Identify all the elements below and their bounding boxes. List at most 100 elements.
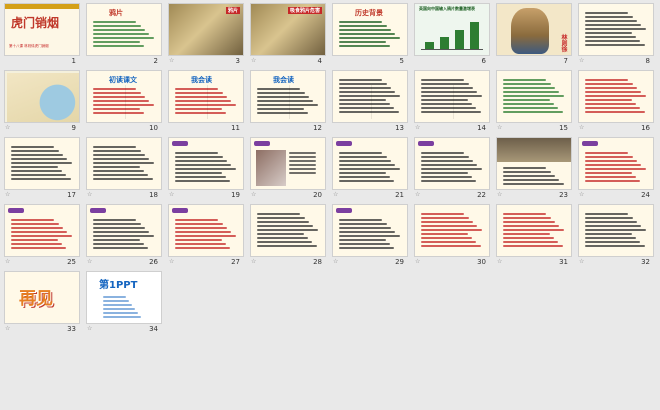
animation-indicator-icon: ☆ — [497, 124, 503, 131]
slide-preview[interactable]: 第1PPT — [86, 271, 162, 324]
slide-thumbnail-16[interactable]: ☆ 16 — [574, 67, 656, 135]
slide-preview[interactable] — [250, 137, 326, 190]
slide-preview[interactable] — [496, 204, 572, 257]
slide-thumbnail-20[interactable]: ☆ 20 — [246, 134, 328, 202]
slide-preview[interactable] — [332, 137, 408, 190]
slide-thumbnail-3[interactable]: 鸦片 ☆ 3 — [164, 0, 246, 68]
slide-preview[interactable] — [4, 204, 80, 257]
slide-thumbnail-26[interactable]: ☆ 26 — [82, 201, 164, 269]
slide-preview[interactable] — [4, 70, 80, 123]
slide-preview[interactable] — [86, 204, 162, 257]
photo — [497, 138, 571, 162]
text-line — [421, 180, 477, 182]
text-line — [175, 108, 222, 110]
slide-preview[interactable]: 鸦片 — [86, 3, 162, 56]
slide-number: 16 — [641, 124, 650, 132]
slide-preview[interactable] — [168, 137, 244, 190]
text-line — [503, 213, 547, 215]
slide-thumbnail-33[interactable]: 再见 ☆ 33 — [0, 268, 82, 336]
slide-preview[interactable] — [578, 3, 654, 56]
slide-preview[interactable]: 历史背景 — [332, 3, 408, 56]
slide-preview[interactable]: 吸食鸦片危害 — [250, 3, 326, 56]
slide-thumbnail-13[interactable]: 13 — [328, 67, 410, 135]
slide-thumbnail-27[interactable]: ☆ 27 — [164, 201, 246, 269]
slide-preview[interactable]: 再见 — [4, 271, 80, 324]
text-line — [11, 166, 58, 168]
slide-thumbnail-5[interactable]: 历史背景 5 — [328, 0, 410, 68]
slide-preview[interactable] — [414, 70, 490, 123]
text-line — [289, 156, 316, 158]
slide-thumbnail-11[interactable]: 我会读 11 — [164, 67, 246, 135]
text-line — [585, 95, 646, 97]
slide-text-block — [421, 77, 483, 115]
slide-thumbnail-28[interactable]: ☆ 28 — [246, 201, 328, 269]
slide-preview[interactable] — [4, 137, 80, 190]
slide-preview[interactable] — [414, 137, 490, 190]
slide-thumbnail-25[interactable]: ☆ 25 — [0, 201, 82, 269]
slide-preview[interactable]: 我会读 — [250, 70, 326, 123]
slide-thumbnail-30[interactable]: ☆ 30 — [410, 201, 492, 269]
slide-thumbnail-6[interactable]: 英国向中国输入鸦片数量激增表 6 — [410, 0, 492, 68]
slide-preview[interactable] — [332, 204, 408, 257]
slide-preview[interactable] — [496, 137, 572, 190]
slide-thumbnail-22[interactable]: ☆ 22 — [410, 134, 492, 202]
text-line — [585, 241, 641, 243]
animation-indicator-icon: ☆ — [5, 325, 11, 332]
slide-preview[interactable]: 林则徐 — [496, 3, 572, 56]
slide-thumbnail-19[interactable]: ☆ 19 — [164, 134, 246, 202]
slide-preview[interactable]: 初读课文 — [86, 70, 162, 123]
animation-indicator-icon: ☆ — [579, 57, 585, 64]
slide-thumbnail-15[interactable]: ☆ 15 — [492, 67, 574, 135]
slide-preview[interactable] — [414, 204, 490, 257]
text-line — [585, 111, 645, 113]
text-line — [339, 239, 386, 241]
text-line — [103, 312, 138, 314]
slide-preview[interactable]: 英国向中国输入鸦片数量激增表 — [414, 3, 490, 56]
slide-thumbnail-29[interactable]: ☆ 29 — [328, 201, 410, 269]
slide-preview[interactable] — [496, 70, 572, 123]
slide-thumbnail-24[interactable]: ☆ 24 — [574, 134, 656, 202]
slide-thumbnail-10[interactable]: 初读课文 10 — [82, 67, 164, 135]
slide-thumbnail-12[interactable]: 我会读 12 — [246, 67, 328, 135]
slide-number: 30 — [477, 258, 486, 266]
text-line — [585, 217, 633, 219]
slide-preview[interactable] — [86, 137, 162, 190]
text-line — [421, 241, 477, 243]
slide-text-block — [175, 217, 237, 251]
animation-indicator-icon: ☆ — [87, 325, 93, 332]
slide-preview[interactable] — [332, 70, 408, 123]
slide-preview[interactable] — [250, 204, 326, 257]
text-line — [585, 24, 642, 26]
text-line — [175, 92, 223, 94]
text-line — [175, 152, 219, 154]
animation-indicator-icon: ☆ — [169, 258, 175, 265]
section-tag — [336, 208, 352, 213]
slide-thumbnail-2[interactable]: 鸦片 2 — [82, 0, 164, 68]
slide-thumbnail-9[interactable]: ☆ 9 — [0, 67, 82, 135]
slide-preview[interactable]: 我会读 — [168, 70, 244, 123]
slide-preview[interactable]: 虎门销烟 第十八课 林则徐虎门销烟 — [4, 3, 80, 56]
slide-thumbnail-32[interactable]: ☆ 32 — [574, 201, 656, 269]
text-line — [103, 300, 130, 302]
text-line — [93, 108, 140, 110]
slide-number: 10 — [149, 124, 158, 132]
text-line — [93, 219, 137, 221]
slide-thumbnail-31[interactable]: ☆ 31 — [492, 201, 574, 269]
slide-preview[interactable] — [578, 137, 654, 190]
slide-thumbnail-17[interactable]: ☆ 17 — [0, 134, 82, 202]
slide-thumbnail-4[interactable]: 吸食鸦片危害 ☆ 4 — [246, 0, 328, 68]
slide-thumbnail-34[interactable]: 第1PPT ☆ 34 — [82, 268, 164, 336]
slide-thumbnail-18[interactable]: ☆ 18 — [82, 134, 164, 202]
slide-preview[interactable] — [578, 70, 654, 123]
text-line — [503, 237, 554, 239]
text-line — [503, 103, 554, 105]
slide-thumbnail-23[interactable]: ☆ 23 — [492, 134, 574, 202]
slide-preview[interactable] — [168, 204, 244, 257]
slide-preview[interactable]: 鸦片 — [168, 3, 244, 56]
slide-thumbnail-14[interactable]: ☆ 14 — [410, 67, 492, 135]
slide-thumbnail-8[interactable]: ☆ 8 — [574, 0, 656, 68]
slide-thumbnail-1[interactable]: 虎门销烟 第十八课 林则徐虎门销烟 1 — [0, 0, 82, 68]
slide-preview[interactable] — [578, 204, 654, 257]
slide-thumbnail-21[interactable]: ☆ 21 — [328, 134, 410, 202]
slide-thumbnail-7[interactable]: 林则徐 7 — [492, 0, 574, 68]
